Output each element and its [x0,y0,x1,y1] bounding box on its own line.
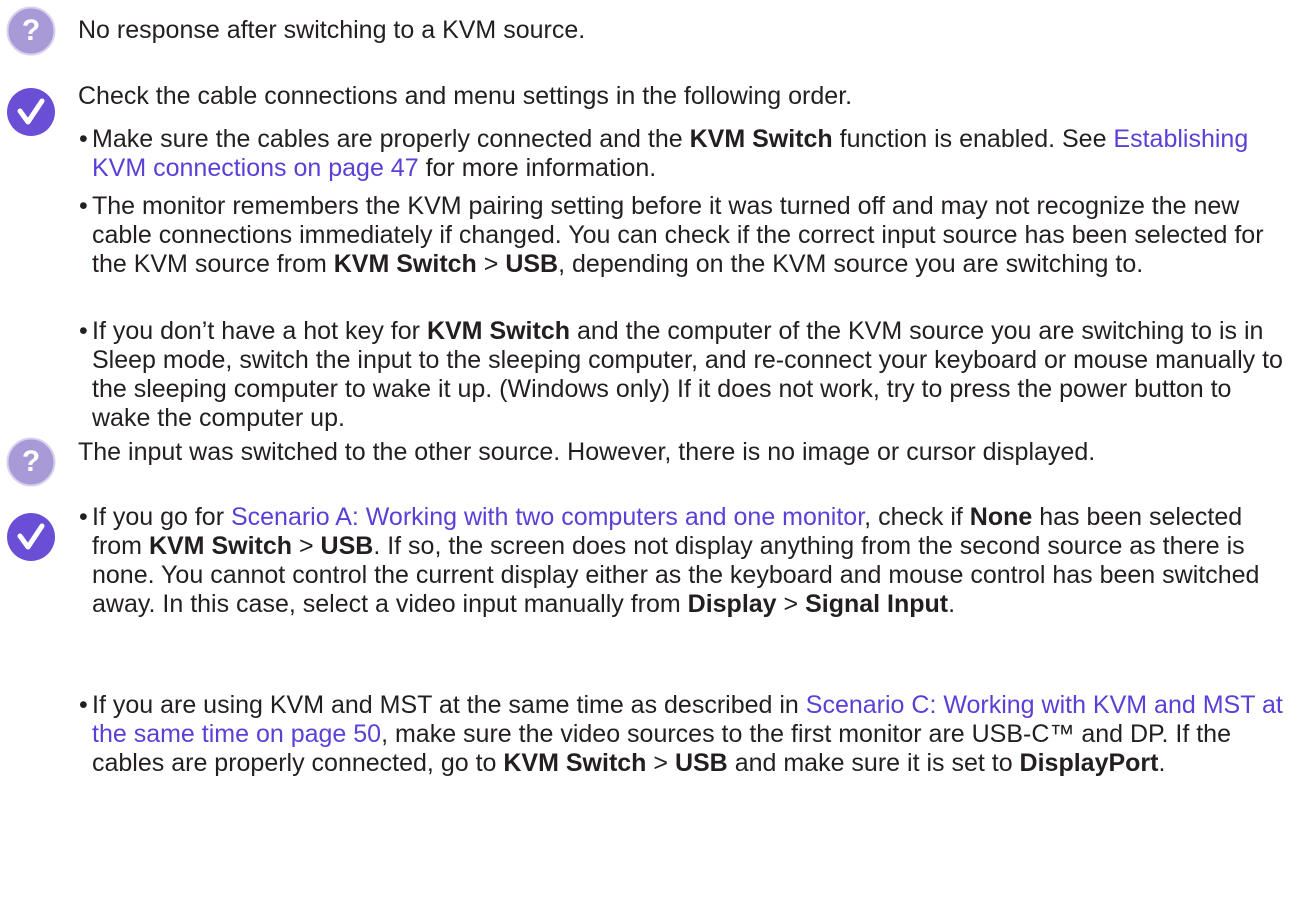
faq-question-1: No response after switching to a KVM sou… [78,16,586,44]
faq-answer-1-bullet-3: • If you don’t have a hot key for KVM Swi… [79,317,1283,432]
body-text: , check if [864,503,970,531]
svg-text:?: ? [22,445,40,478]
body-text: function is enabled. See [832,125,1114,153]
body-text: If you don’t have a hot key for [92,317,427,345]
faq-answer-1-intro: Check the cable connections and menu set… [78,82,853,110]
menu-term: USB [505,250,559,278]
faq-answer-1-bullet-1: • Make sure the cables are properly conne… [79,125,1249,182]
body-text: and make sure it is set to [727,749,1020,777]
body-text: If you are using KVM and MST at the same… [92,691,806,719]
menu-term: USB [674,749,728,777]
menu-term: DisplayPort [1019,749,1159,777]
body-text: If you go for [92,503,231,531]
checkmark-icon [6,512,56,562]
question-mark-icon: ? [6,6,56,56]
body-text: . [1158,749,1166,777]
body-text: > [476,250,506,278]
cross-reference-link[interactable]: Scenario A: Working with two computers a… [231,503,864,531]
menu-term: KVM Switch [689,125,833,153]
faq-answer-2-bullet-2: • If you are using KVM and MST at the sam… [79,691,1283,777]
body-text: , depending on the KVM source you are sw… [558,250,1144,278]
body-text: for more information. [418,154,657,182]
menu-term: None [969,503,1033,531]
question-mark-icon: ? [6,437,56,487]
faq-answer-2-bullet-1: • If you go for Scenario A: Working with … [79,503,1260,618]
menu-term: KVM Switch [148,532,293,560]
menu-term: USB [320,532,374,560]
checkmark-icon [6,87,56,137]
body-text: > [646,749,675,777]
body-text: > [292,532,321,560]
menu-term: KVM Switch [426,317,571,345]
body-text: Make sure the cables are properly connec… [92,125,690,153]
faq-answer-1-bullet-2: • The monitor remembers the KVM pairing s… [79,192,1264,278]
menu-term: KVM Switch [333,250,477,278]
faq-question-2: The input was switched to the other sour… [78,438,1096,466]
svg-text:?: ? [22,14,40,47]
menu-term: KVM Switch [503,749,647,777]
body-text: > [776,590,806,618]
menu-term: Signal Input [805,590,949,618]
body-text: . [948,590,956,618]
menu-term: Display [687,590,777,618]
